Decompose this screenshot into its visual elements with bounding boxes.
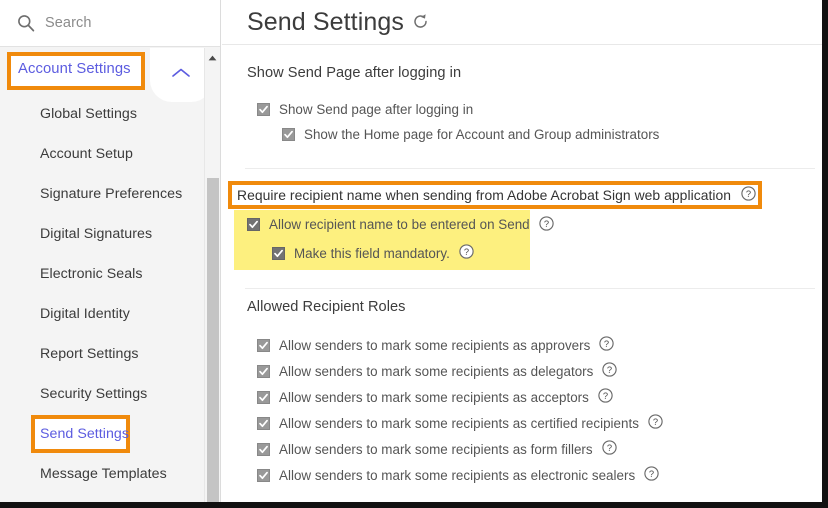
section-divider xyxy=(245,168,815,169)
settings-main-panel: Send Settings Show Send Page after loggi… xyxy=(222,0,822,502)
sidebar-group-label: Account Settings xyxy=(18,61,131,77)
svg-text:?: ? xyxy=(603,390,608,401)
section-require-recipient-name: Require recipient name when sending from… xyxy=(222,180,822,270)
section-allowed-recipient-roles: Allowed Recipient Roles Allow senders to… xyxy=(222,299,822,488)
sidebar-item-label: Account Setup xyxy=(40,146,133,162)
svg-text:?: ? xyxy=(746,188,751,199)
checkbox-checked-icon[interactable] xyxy=(257,390,270,404)
setting-row[interactable]: Allow senders to mark some recipients as… xyxy=(222,410,822,436)
help-icon[interactable]: ? xyxy=(644,466,659,486)
svg-text:?: ? xyxy=(653,416,658,427)
section-show-send-page: Show Send Page after logging in Show Sen… xyxy=(222,65,822,147)
sidebar-scrollbar[interactable] xyxy=(204,48,220,502)
help-icon[interactable]: ? xyxy=(601,440,617,460)
checkbox-checked-icon[interactable] xyxy=(257,338,270,352)
help-icon[interactable]: ? xyxy=(599,336,615,356)
help-icon[interactable]: ? xyxy=(741,186,756,206)
sidebar-item-label: Electronic Seals xyxy=(40,266,143,282)
help-icon[interactable]: ? xyxy=(598,388,613,408)
setting-label: Allow senders to mark some recipients as… xyxy=(279,441,593,457)
sidebar-item-label: Send Settings xyxy=(40,426,129,442)
sidebar-item-electronic-seals[interactable]: Electronic Seals xyxy=(0,254,220,294)
sidebar-group-account-settings[interactable]: Account Settings xyxy=(0,48,220,102)
checkbox-checked-icon[interactable] xyxy=(257,442,270,456)
checkbox-checked-icon[interactable] xyxy=(257,468,270,482)
sidebar-item-digital-signatures[interactable]: Digital Signatures xyxy=(0,214,220,254)
chevron-up-icon[interactable] xyxy=(171,66,191,84)
setting-label: Allow senders to mark some recipients as… xyxy=(279,363,594,379)
setting-label: Allow senders to mark some recipients as… xyxy=(279,337,591,353)
setting-row[interactable]: Allow senders to mark some recipients as… xyxy=(222,384,822,410)
setting-row[interactable]: Allow senders to mark some recipients as… xyxy=(222,462,822,488)
checkbox-checked-icon[interactable] xyxy=(282,128,295,141)
setting-row[interactable]: Allow senders to mark some recipients as… xyxy=(222,358,822,384)
sidebar-item-label: Digital Signatures xyxy=(40,226,153,242)
sidebar-item-global-settings[interactable]: Global Settings xyxy=(0,94,220,134)
setting-row[interactable]: Make this field mandatory. ? xyxy=(222,239,822,267)
sidebar-item-report-settings[interactable]: Report Settings xyxy=(0,334,220,374)
checkbox-checked-icon[interactable] xyxy=(257,416,270,430)
sidebar-item-label: Report Settings xyxy=(40,346,139,362)
setting-row[interactable]: Show Send page after logging in xyxy=(222,97,822,122)
sidebar-item-label: Digital Identity xyxy=(40,306,130,322)
setting-label: Make this field mandatory. xyxy=(294,245,450,261)
help-icon[interactable]: ? xyxy=(538,215,554,236)
checkbox-checked-icon[interactable] xyxy=(247,218,260,231)
scroll-up-button[interactable] xyxy=(205,48,220,65)
svg-text:?: ? xyxy=(607,364,612,375)
help-icon[interactable]: ? xyxy=(602,362,618,382)
sidebar-item-label: Global Settings xyxy=(40,106,137,122)
help-icon[interactable]: ? xyxy=(459,244,474,264)
search-placeholder: Search xyxy=(45,15,92,31)
page-title: Send Settings xyxy=(247,7,404,36)
checkbox-checked-icon[interactable] xyxy=(272,246,285,260)
setting-label: Allow senders to mark some recipients as… xyxy=(279,415,639,431)
setting-label: Allow senders to mark some recipients as… xyxy=(279,467,636,483)
section-heading: Require recipient name when sending from… xyxy=(237,187,732,203)
sidebar-item-digital-identity[interactable]: Digital Identity xyxy=(0,294,220,334)
sidebar-nav-list: Global Settings Account Setup Signature … xyxy=(0,94,220,494)
sidebar-item-label: Message Templates xyxy=(40,466,167,482)
sidebar-item-send-settings[interactable]: Send Settings xyxy=(0,414,220,454)
setting-label: Show the Home page for Account and Group… xyxy=(304,127,660,142)
sidebar-item-security-settings[interactable]: Security Settings xyxy=(0,374,220,414)
triangle-up-icon xyxy=(208,48,217,66)
help-icon[interactable]: ? xyxy=(648,414,663,434)
section-heading: Allowed Recipient Roles xyxy=(247,299,406,315)
setting-label: Show Send page after logging in xyxy=(279,102,474,117)
sidebar-item-label: Security Settings xyxy=(40,386,148,402)
section-divider xyxy=(245,288,815,289)
sidebar-item-message-templates[interactable]: Message Templates xyxy=(0,454,220,494)
setting-row[interactable]: Allow recipient name to be entered on Se… xyxy=(222,210,822,239)
svg-text:?: ? xyxy=(544,218,549,229)
page-title-bar: Send Settings xyxy=(222,0,822,45)
svg-text:?: ? xyxy=(607,442,612,453)
search-field[interactable]: Search xyxy=(0,0,220,47)
svg-text:?: ? xyxy=(464,246,469,257)
setting-row[interactable]: Allow senders to mark some recipients as… xyxy=(222,332,822,358)
sidebar-item-account-setup[interactable]: Account Setup xyxy=(0,134,220,174)
checkbox-checked-icon[interactable] xyxy=(257,364,270,378)
svg-text:?: ? xyxy=(604,338,609,349)
setting-row[interactable]: Allow senders to mark some recipients as… xyxy=(222,436,822,462)
setting-label: Allow senders to mark some recipients as… xyxy=(279,389,589,405)
refresh-reset-icon[interactable] xyxy=(412,13,429,35)
search-icon xyxy=(17,14,35,32)
sidebar-item-signature-preferences[interactable]: Signature Preferences xyxy=(0,174,220,214)
setting-label: Allow recipient name to be entered on Se… xyxy=(269,217,530,232)
svg-text:?: ? xyxy=(649,468,654,479)
setting-row[interactable]: Show the Home page for Account and Group… xyxy=(222,122,822,147)
section-heading: Show Send Page after logging in xyxy=(247,65,462,81)
sidebar-item-label: Signature Preferences xyxy=(40,186,183,202)
app-window: Search Account Settings Global Settings … xyxy=(0,0,828,508)
scrollbar-thumb[interactable] xyxy=(207,178,219,502)
settings-sidebar: Search Account Settings Global Settings … xyxy=(0,0,221,502)
checkbox-checked-icon[interactable] xyxy=(257,103,270,116)
